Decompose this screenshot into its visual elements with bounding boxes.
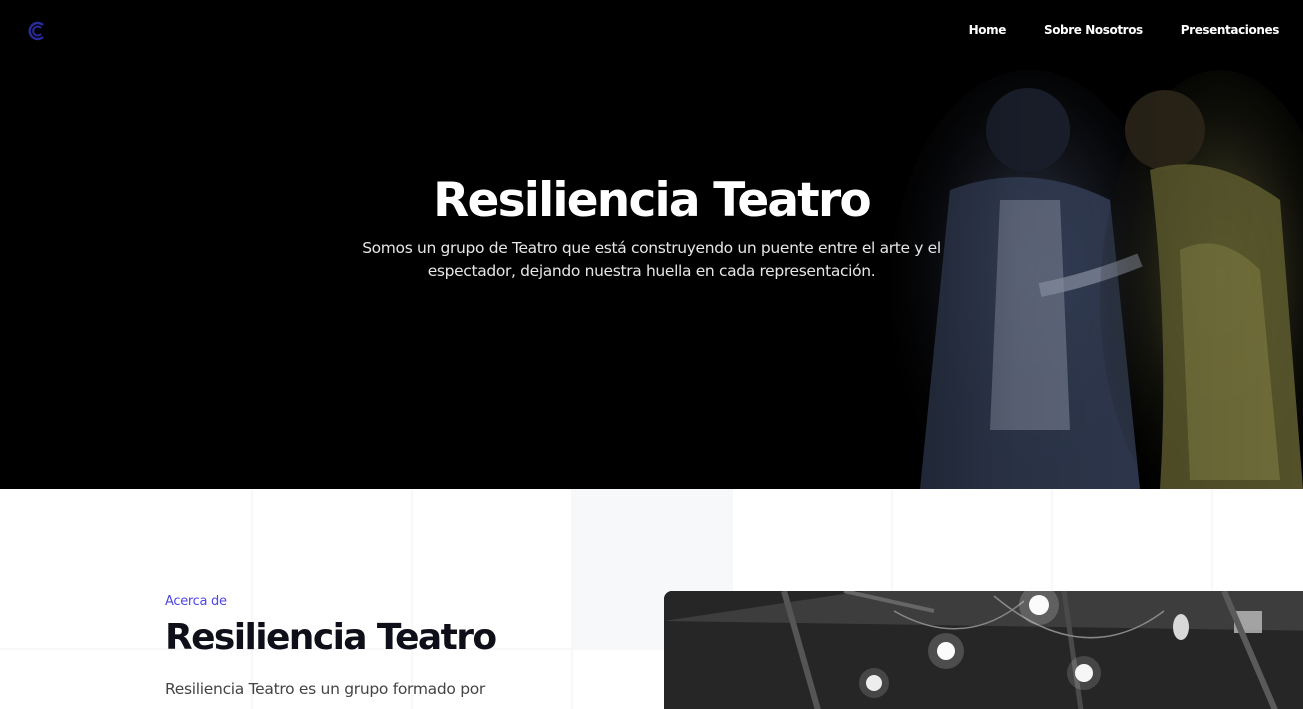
main-nav: Home Sobre Nosotros Presentaciones [931,22,1280,38]
nav-presentaciones-link[interactable]: Presentaciones [1143,22,1280,38]
about-title: Resiliencia Teatro [165,617,497,658]
hero-subtitle: Somos un grupo de Teatro que está constr… [362,239,941,280]
about-theatre-photo [664,591,1303,709]
hero-title: Resiliencia Teatro [433,173,872,228]
c-logo-icon[interactable] [28,20,48,42]
hero-section: Home Sobre Nosotros Presentaciones Resil… [0,0,1303,489]
about-description: Resiliencia Teatro es un grupo formado p… [165,680,485,698]
about-section: Acerca de Resiliencia Teatro Resiliencia… [0,489,1303,709]
theatre-interior-image [664,591,1303,709]
nav-sobre-nosotros-link[interactable]: Sobre Nosotros [1006,22,1143,38]
nav-home-link[interactable]: Home [931,22,1007,38]
about-eyebrow: Acerca de [165,594,227,609]
